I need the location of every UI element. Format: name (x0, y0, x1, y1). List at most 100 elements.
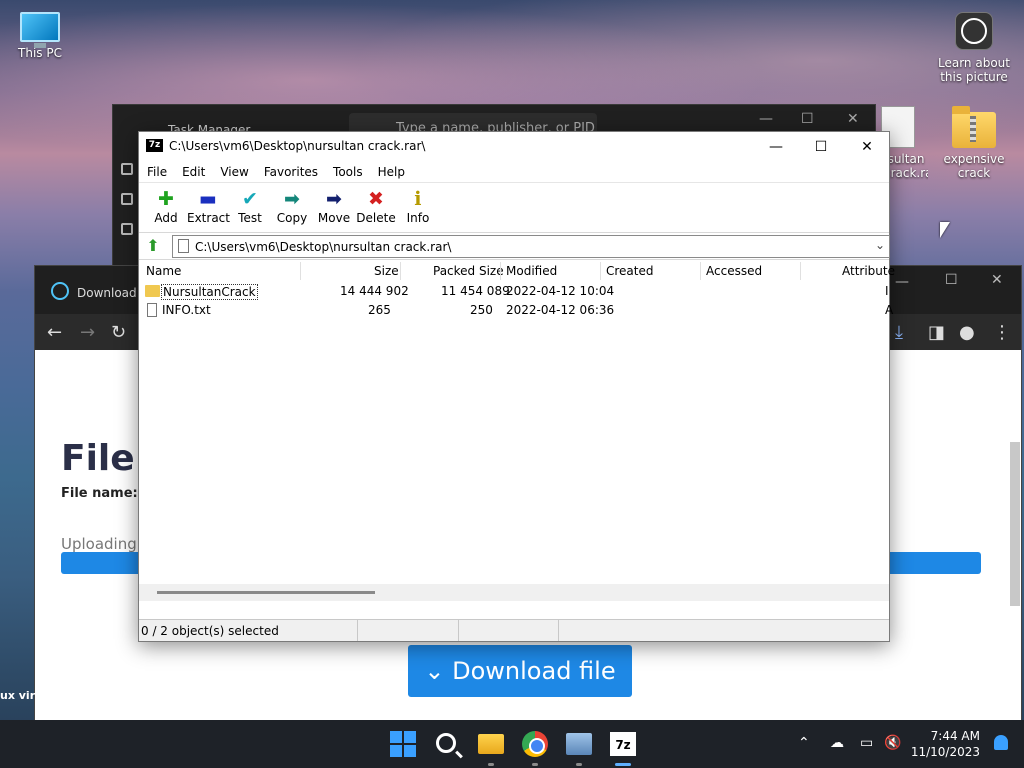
desktop-icon-label: expensive crack (943, 152, 1005, 180)
maximize-icon[interactable]: ☐ (945, 272, 958, 288)
chevron-up-icon[interactable]: ⌃ (798, 735, 810, 751)
scrollbar-thumb[interactable] (157, 591, 375, 594)
menu-dots-icon[interactable]: ⋮ (993, 322, 1011, 343)
notification-bell-icon[interactable] (994, 735, 1008, 750)
document-icon (178, 239, 189, 253)
column-attributes[interactable]: Attribute (842, 264, 895, 278)
camera-location-icon (955, 12, 993, 50)
maximize-icon[interactable]: ☐ (801, 111, 814, 127)
desktop-icon-learn-picture[interactable]: Learn about this picture (934, 12, 1014, 84)
download-file-button[interactable]: ⌄ Download file (408, 645, 632, 697)
info-button[interactable]: ℹ Info (397, 183, 439, 232)
info-label: Info (406, 211, 430, 225)
row-size: 14 444 902 (340, 284, 409, 298)
address-input[interactable]: C:\Users\vm6\Desktop\nursultan crack.rar… (172, 235, 890, 258)
mouse-cursor-icon (940, 222, 950, 238)
7zip-taskbar-icon[interactable]: 7z (610, 732, 636, 756)
row-attr: I (885, 284, 889, 298)
test-label: Test (238, 211, 262, 225)
forward-icon[interactable]: → (80, 322, 95, 343)
move-label: Move (317, 211, 351, 225)
row-modified: 2022-04-12 10:04 (506, 284, 615, 298)
desktop-icon-this-pc[interactable]: This PC (0, 12, 80, 60)
minimize-icon[interactable]: — (759, 111, 773, 127)
clock[interactable]: 7:44 AM 11/10/2023 (911, 728, 980, 760)
test-button[interactable]: ✔ Test (229, 183, 271, 232)
file-explorer-icon[interactable] (478, 734, 504, 754)
row-name: INFO.txt (162, 303, 211, 317)
volume-muted-icon[interactable]: 🔇 (884, 735, 901, 751)
menu-view[interactable]: View (220, 165, 248, 179)
file-name-label: File name: (61, 486, 138, 501)
desktop-icon-expensive-crack[interactable]: expensive crack (934, 106, 1014, 180)
desktop-icon-label: Learn about this picture (938, 56, 1010, 84)
column-name[interactable]: Name (146, 264, 181, 278)
search-icon[interactable] (436, 733, 456, 753)
table-row[interactable]: INFO.txt 265 250 2022-04-12 06:36 A (139, 301, 893, 320)
chrome-icon[interactable] (522, 731, 548, 757)
move-arrow-icon: ➡ (326, 188, 342, 210)
7zip-logo-icon: 7z (146, 139, 163, 152)
title-bar[interactable]: 7z C:\Users\vm6\Desktop\nursultan crack.… (139, 132, 889, 161)
uploading-label: Uploading: (61, 535, 142, 553)
clock-time: 7:44 AM (930, 729, 980, 743)
check-icon: ✔ (242, 188, 258, 210)
delete-x-icon: ✖ (368, 188, 384, 210)
close-icon[interactable]: ✕ (847, 111, 859, 127)
task-manager-icon[interactable] (566, 733, 592, 755)
column-created[interactable]: Created (606, 264, 654, 278)
file-list[interactable]: Name Size Packed Size Modified Created A… (139, 260, 895, 601)
column-packed-size[interactable]: Packed Size (433, 264, 504, 278)
taskbar: 7z ⌃ ☁ ▭ 🔇 7:44 AM 11/10/2023 (0, 720, 1024, 768)
menu-help[interactable]: Help (378, 165, 405, 179)
start-windows-icon[interactable] (390, 731, 416, 757)
delete-button[interactable]: ✖ Delete (355, 183, 397, 232)
add-button[interactable]: ✚ Add (145, 183, 187, 232)
extract-label: Extract (187, 211, 230, 225)
text-file-icon (147, 303, 157, 317)
minimize-icon[interactable]: — (895, 274, 909, 290)
row-size: 265 (368, 303, 391, 317)
copy-button[interactable]: ➡ Copy (271, 183, 313, 232)
cloud-off-icon[interactable]: ☁ (830, 735, 844, 751)
network-icon[interactable]: ▭ (860, 735, 873, 751)
minimize-button[interactable]: — (753, 135, 799, 159)
menu-tools[interactable]: Tools (333, 165, 363, 179)
close-button[interactable]: ✕ (844, 135, 890, 159)
row-packed: 11 454 089 (441, 284, 510, 298)
delete-label: Delete (356, 211, 396, 225)
copy-arrow-icon: ➡ (284, 188, 300, 210)
zip-folder-icon (952, 106, 996, 148)
chevron-down-icon[interactable]: ⌄ (875, 238, 885, 252)
menu-file[interactable]: File (147, 165, 167, 179)
download-icon[interactable]: ⤓ (895, 322, 903, 343)
up-folder-icon[interactable]: ⬆ (143, 236, 163, 256)
column-accessed[interactable]: Accessed (706, 264, 762, 278)
sidebar-icon[interactable]: ◨ (928, 322, 945, 343)
minus-icon: ▬ (199, 188, 217, 210)
table-row[interactable]: NursultanCrack 14 444 902 11 454 089 202… (139, 282, 889, 301)
folder-icon (145, 285, 160, 297)
menu-bar: File Edit View Favorites Tools Help (139, 161, 889, 183)
reload-icon[interactable]: ↻ (111, 322, 126, 343)
move-button[interactable]: ➡ Move (313, 183, 355, 232)
browser-scrollbar[interactable] (1009, 358, 1020, 718)
profile-icon[interactable]: ● (959, 322, 975, 343)
row-packed: 250 (470, 303, 493, 317)
horizontal-scrollbar[interactable] (139, 584, 889, 601)
status-text: 0 / 2 object(s) selected (141, 624, 279, 638)
close-icon[interactable]: ✕ (991, 272, 1003, 288)
7zip-window[interactable]: 7z C:\Users\vm6\Desktop\nursultan crack.… (138, 131, 895, 642)
address-bar: ⬆ C:\Users\vm6\Desktop\nursultan crack.r… (139, 233, 890, 260)
menu-edit[interactable]: Edit (182, 165, 205, 179)
plus-icon: ✚ (158, 188, 174, 210)
column-headers: Name Size Packed Size Modified Created A… (139, 260, 895, 282)
row-modified: 2022-04-12 06:36 (506, 303, 615, 317)
column-modified[interactable]: Modified (506, 264, 557, 278)
extract-button[interactable]: ▬ Extract (187, 183, 230, 232)
maximize-button[interactable]: ☐ (798, 135, 844, 159)
browser-tab[interactable]: Download f (51, 282, 145, 300)
back-icon[interactable]: ← (47, 322, 62, 343)
column-size[interactable]: Size (374, 264, 399, 278)
menu-favorites[interactable]: Favorites (264, 165, 318, 179)
